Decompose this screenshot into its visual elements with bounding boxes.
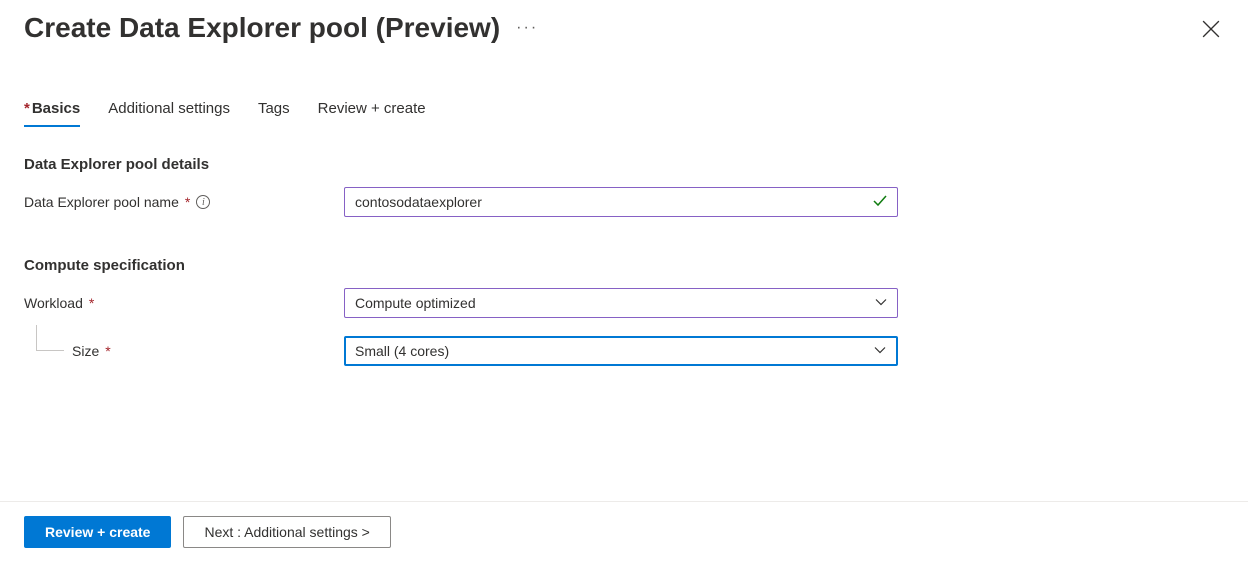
review-create-button[interactable]: Review + create (24, 516, 171, 548)
size-select[interactable]: Small (4 cores) (344, 336, 898, 366)
page-title: Create Data Explorer pool (Preview) (24, 12, 500, 44)
tab-tags[interactable]: Tags (258, 92, 290, 127)
required-indicator: * (185, 194, 190, 210)
tab-review-create[interactable]: Review + create (318, 92, 426, 127)
section-title-pool-details: Data Explorer pool details (24, 156, 1224, 173)
tab-label: Review + create (318, 100, 426, 117)
close-icon[interactable] (1202, 20, 1220, 41)
section-title-compute: Compute specification (24, 257, 1224, 274)
size-value: Small (4 cores) (355, 343, 449, 359)
pool-name-input[interactable] (344, 187, 898, 217)
tab-basics[interactable]: *Basics (24, 92, 80, 127)
pool-name-label: Data Explorer pool name (24, 194, 179, 210)
workload-value: Compute optimized (355, 295, 476, 311)
tree-line (36, 325, 64, 351)
check-icon (872, 193, 888, 212)
tabs: *Basics Additional settings Tags Review … (0, 92, 1248, 128)
workload-select[interactable]: Compute optimized (344, 288, 898, 318)
tab-label: Basics (32, 100, 80, 117)
tab-label: Additional settings (108, 100, 230, 117)
required-indicator: * (89, 295, 94, 311)
more-icon[interactable]: ··· (516, 19, 538, 37)
required-indicator: * (24, 100, 30, 117)
footer: Review + create Next : Additional settin… (0, 501, 1248, 562)
next-button[interactable]: Next : Additional settings > (183, 516, 390, 548)
chevron-down-icon (874, 343, 886, 359)
size-label: Size (72, 343, 99, 359)
info-icon[interactable]: i (196, 195, 210, 209)
chevron-down-icon (875, 295, 887, 311)
tab-additional-settings[interactable]: Additional settings (108, 92, 230, 127)
workload-label: Workload (24, 295, 83, 311)
tab-label: Tags (258, 100, 290, 117)
required-indicator: * (105, 343, 110, 359)
